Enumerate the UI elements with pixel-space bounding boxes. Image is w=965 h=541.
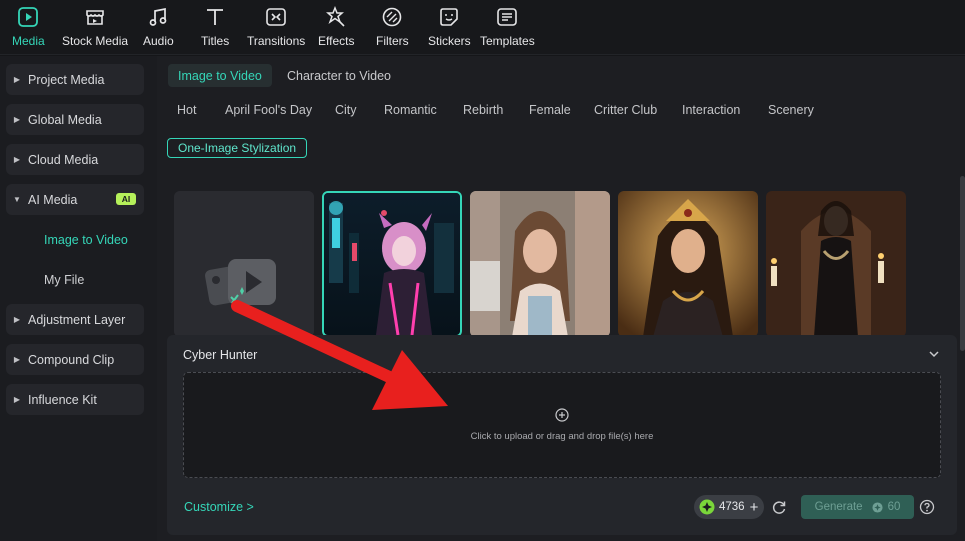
toolbar-stickers[interactable]: Stickers [428, 6, 471, 48]
caret-down-icon: ▼ [13, 195, 21, 204]
tab-image-to-video[interactable]: Image to Video [168, 64, 272, 87]
generate-button[interactable]: Generate 60 [801, 495, 914, 519]
music-note-icon [149, 7, 167, 26]
plus-circle-icon [555, 408, 569, 422]
sidebar-item-project-media[interactable]: ▶ Project Media [6, 64, 144, 95]
top-toolbar: Media Stock Media Audio Titles Transitio… [0, 0, 965, 55]
caret-right-icon: ▶ [13, 315, 21, 324]
ai-image-to-video-icon [174, 191, 314, 337]
toolbar-filters-label: Filters [376, 34, 409, 48]
templates-icon [497, 8, 518, 26]
scrollbar[interactable] [960, 176, 965, 351]
sidebar-item-cloud-media[interactable]: ▶ Cloud Media [6, 144, 144, 175]
help-icon[interactable] [919, 499, 935, 515]
template-thumb-portrait-street[interactable] [470, 191, 610, 337]
upload-dropzone[interactable]: Click to upload or drag and drop file(s)… [183, 372, 941, 478]
toolbar-stock-media[interactable]: Stock Media [62, 6, 128, 48]
generate-label: Generate [814, 501, 863, 513]
toolbar-media[interactable]: Media [12, 6, 45, 48]
filters-icon [383, 7, 402, 27]
stickers-icon [440, 8, 459, 26]
toolbar-filters[interactable]: Filters [376, 6, 409, 48]
portrait-street-image [470, 191, 610, 337]
caret-right-icon: ▶ [13, 75, 21, 84]
sidebar-subitem-image-to-video[interactable]: Image to Video [44, 233, 128, 247]
category-romantic[interactable]: Romantic [384, 103, 437, 117]
toolbar-effects-label: Effects [318, 34, 355, 48]
sidebar: ▶ Project Media ▶ Global Media ▶ Cloud M… [0, 56, 157, 541]
stock-media-icon [86, 10, 104, 25]
toolbar-audio-label: Audio [143, 34, 174, 48]
text-t-icon [207, 9, 224, 25]
media-icon [18, 7, 39, 27]
effects-icon [326, 6, 345, 27]
sidebar-item-label: Project Media [28, 72, 105, 87]
customize-link[interactable]: Customize > [184, 500, 254, 514]
sidebar-item-adjustment-layer[interactable]: ▶ Adjustment Layer [6, 304, 144, 335]
caret-right-icon: ▶ [13, 115, 21, 124]
tab-character-to-video[interactable]: Character to Video [277, 64, 401, 87]
upload-hint: Click to upload or drag and drop file(s)… [470, 431, 654, 442]
sidebar-subitem-my-file[interactable]: My File [44, 273, 84, 287]
toolbar-titles[interactable]: Titles [201, 6, 229, 48]
sidebar-item-global-media[interactable]: ▶ Global Media [6, 104, 144, 135]
template-thumb-gothic[interactable] [766, 191, 906, 337]
panel-title: Cyber Hunter [183, 348, 258, 362]
category-april-fools-day[interactable]: April Fool's Day [225, 103, 312, 117]
toolbar-titles-label: Titles [201, 34, 230, 48]
caret-right-icon: ▶ [13, 355, 21, 364]
sidebar-item-label: Influence Kit [28, 392, 97, 407]
template-detail-panel: Cyber Hunter Click to upload or drag and… [167, 335, 957, 535]
plus-icon: + [749, 498, 759, 516]
template-thumb-ai[interactable] [174, 191, 314, 337]
toolbar-templates-label: Templates [480, 34, 535, 48]
sidebar-item-label: Global Media [28, 112, 102, 127]
credit-coin-icon [872, 501, 883, 513]
sidebar-item-label: AI Media [28, 192, 78, 207]
category-rebirth[interactable]: Rebirth [463, 103, 503, 117]
toolbar-stickers-label: Stickers [428, 34, 471, 48]
sidebar-item-label: Cloud Media [28, 152, 99, 167]
toolbar-audio[interactable]: Audio [143, 6, 174, 48]
cyber-hunter-image [324, 193, 460, 335]
category-critter-club[interactable]: Critter Club [594, 103, 657, 117]
sidebar-item-compound-clip[interactable]: ▶ Compound Clip [6, 344, 144, 375]
caret-right-icon: ▶ [13, 155, 21, 164]
category-scenery[interactable]: Scenery [768, 103, 814, 117]
transitions-icon [266, 8, 286, 26]
sidebar-item-label: Adjustment Layer [28, 312, 126, 327]
ai-badge: AI [116, 193, 136, 205]
toolbar-effects[interactable]: Effects [318, 6, 354, 48]
chip-one-image-stylization[interactable]: One-Image Stylization [167, 138, 308, 158]
refresh-icon[interactable] [771, 499, 787, 515]
template-thumb-cyber-hunter[interactable] [322, 191, 462, 337]
template-thumb-queen[interactable] [618, 191, 758, 337]
toolbar-media-label: Media [12, 34, 45, 48]
chevron-down-icon[interactable] [927, 347, 941, 361]
toolbar-templates[interactable]: Templates [480, 6, 535, 48]
credits-button[interactable]: 4736 + [694, 495, 764, 519]
toolbar-transitions-label: Transitions [247, 34, 306, 48]
credits-count: 4736 [719, 501, 745, 513]
caret-right-icon: ▶ [13, 395, 21, 404]
sidebar-item-influence-kit[interactable]: ▶ Influence Kit [6, 384, 144, 415]
gothic-portrait-image [766, 191, 906, 337]
sidebar-item-ai-media[interactable]: ▼ AI Media AI [6, 184, 144, 215]
queen-portrait-image [618, 191, 758, 337]
toolbar-stock-media-label: Stock Media [62, 34, 129, 48]
sidebar-item-label: Compound Clip [28, 352, 115, 367]
credit-coin-icon [699, 499, 715, 515]
category-hot[interactable]: Hot [177, 103, 196, 117]
generate-cost: 60 [887, 501, 901, 513]
toolbar-transitions[interactable]: Transitions [247, 6, 305, 48]
category-interaction[interactable]: Interaction [682, 103, 740, 117]
category-city[interactable]: City [335, 103, 357, 117]
category-female[interactable]: Female [529, 103, 571, 117]
